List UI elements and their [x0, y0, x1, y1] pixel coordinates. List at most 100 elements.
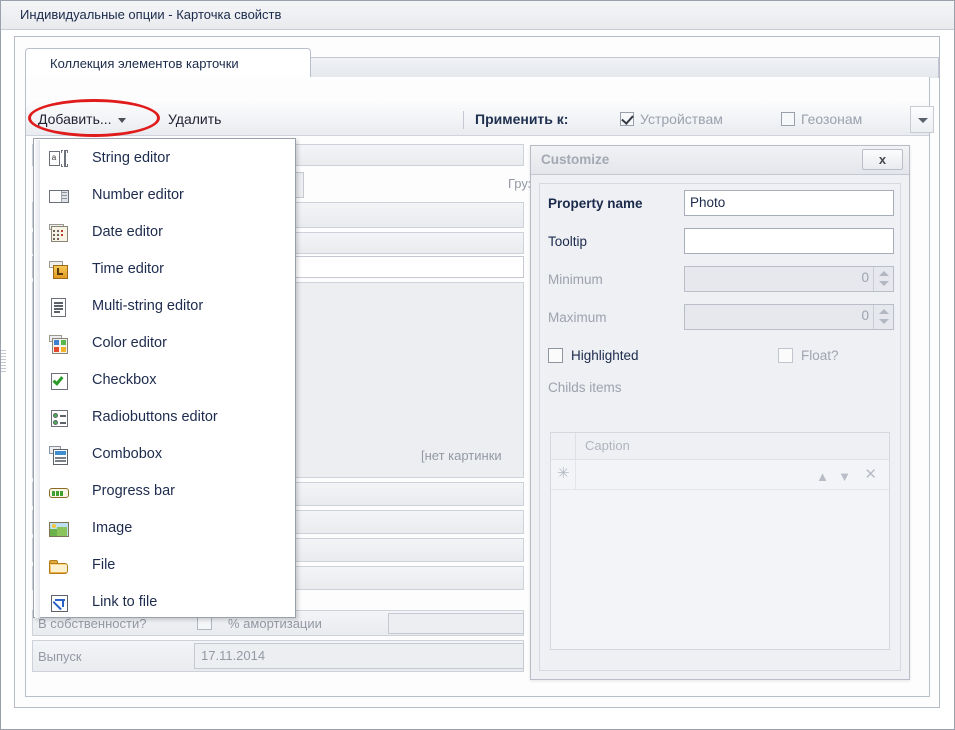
add-button-label: Добавить...: [38, 111, 112, 127]
screenshot-root: Индивидуальные опции - Карточка свойств …: [0, 0, 955, 730]
menu-item-time-editor[interactable]: Time editor: [35, 252, 296, 289]
apply-to-geozones-label: Геозонам: [801, 111, 863, 127]
card-elements-toolbar: Добавить... Удалить Применить к: Устройс…: [26, 103, 934, 136]
menu-item-string-editor[interactable]: a String editor: [35, 141, 296, 178]
add-dropdown-menu[interactable]: a String editor Number editor Date edito…: [33, 138, 296, 618]
menu-item-label: Radiobuttons editor: [92, 409, 218, 425]
menu-item-label: Multi-string editor: [92, 298, 204, 314]
window-title-bar: Индивидуальные опции - Карточка свойств: [1, 1, 954, 30]
time-editor-icon: [49, 261, 70, 281]
grid-index-cell: ✳: [551, 460, 576, 489]
image-icon: [49, 520, 70, 540]
close-icon: x: [878, 152, 887, 167]
toolbar-separator: [463, 111, 464, 129]
checkbox-checked-icon: [620, 112, 634, 126]
tooltip-input[interactable]: [684, 228, 894, 254]
triangle-up-icon[interactable]: [879, 271, 889, 276]
apply-to-label: Применить к:: [475, 111, 569, 127]
minimum-label: Minimum: [548, 272, 603, 287]
customize-panel: Customize x Property name Photo Tooltip …: [530, 145, 910, 680]
chevron-down-icon: [117, 117, 126, 123]
grid-index-column-header: [551, 433, 576, 459]
maximum-spinner[interactable]: 0: [684, 304, 894, 330]
menu-item-date-editor[interactable]: Date editor: [35, 215, 296, 252]
minimum-value: 0: [861, 270, 869, 285]
triangle-up-icon[interactable]: [879, 309, 889, 314]
add-button[interactable]: Добавить...: [32, 108, 132, 131]
menu-item-multi-string-editor[interactable]: Multi-string editor: [35, 289, 296, 326]
menu-item-label: Checkbox: [92, 372, 157, 388]
progressbar-icon: [49, 483, 70, 503]
menu-item-image[interactable]: Image: [35, 511, 296, 548]
tab-label: Коллекция элементов карточки: [50, 56, 239, 71]
highlighted-checkbox[interactable]: Highlighted: [548, 348, 639, 363]
menu-item-checkbox[interactable]: Checkbox: [35, 363, 296, 400]
tooltip-label: Tooltip: [548, 234, 588, 249]
grid-header-row: Caption: [551, 433, 889, 460]
customize-panel-body: Property name Photo Tooltip Minimum 0 Ma…: [539, 183, 901, 671]
maximum-value: 0: [861, 308, 869, 323]
color-editor-icon: [49, 335, 70, 355]
string-editor-icon: a: [49, 150, 70, 170]
triangle-down-icon[interactable]: [879, 281, 889, 286]
menu-item-link-to-file[interactable]: Link to file: [35, 585, 296, 622]
float-label: Float?: [801, 348, 839, 363]
checkbox-unchecked-icon: [548, 348, 563, 363]
menu-item-label: Number editor: [92, 187, 184, 203]
checkbox-unchecked-icon: [778, 348, 793, 363]
move-row-up-icon[interactable]: ▲: [816, 469, 829, 484]
minimum-spinner[interactable]: 0: [684, 266, 894, 292]
grid-new-row[interactable]: ✳ ▲ ▼ ✕: [551, 460, 889, 490]
bg-release-value: 17.11.2014: [201, 648, 266, 663]
left-splitter-grip[interactable]: [1, 350, 6, 390]
float-checkbox[interactable]: Float?: [778, 348, 839, 363]
menu-item-label: Time editor: [92, 261, 164, 277]
folder-icon: [49, 557, 70, 577]
apply-to-geozones-checkbox[interactable]: Геозонам: [781, 108, 862, 131]
radiobuttons-icon: [49, 409, 70, 429]
new-row-asterisk-icon: ✳: [557, 465, 570, 482]
bg-release-field[interactable]: 17.11.2014: [194, 643, 524, 669]
tab-card-elements-collection[interactable]: Коллекция элементов карточки: [25, 48, 311, 78]
menu-item-file[interactable]: File: [35, 548, 296, 585]
move-row-down-icon[interactable]: ▼: [838, 469, 851, 484]
menu-item-label: Color editor: [92, 335, 167, 351]
customize-panel-header: Customize x: [531, 146, 909, 175]
close-button[interactable]: x: [862, 149, 903, 170]
window-title-text: Индивидуальные опции - Карточка свойств: [20, 7, 282, 22]
customize-panel-title: Customize: [541, 152, 610, 167]
menu-item-combobox[interactable]: Combobox: [35, 437, 296, 474]
delete-button[interactable]: Удалить: [162, 108, 227, 131]
apply-to-devices-checkbox[interactable]: Устройствам: [620, 108, 723, 131]
menu-item-label: Combobox: [92, 446, 163, 462]
property-name-input[interactable]: Photo: [684, 190, 894, 216]
tab-strip: Коллекция элементов карточки: [15, 48, 939, 78]
menu-item-label: File: [92, 557, 116, 573]
bg-depreciation-field[interactable]: [388, 613, 524, 634]
menu-item-number-editor[interactable]: Number editor: [35, 178, 296, 215]
delete-row-icon[interactable]: ✕: [864, 465, 877, 483]
childs-items-grid[interactable]: Caption ✳ ▲ ▼ ✕: [550, 432, 890, 650]
bg-release-label: Выпуск: [38, 649, 82, 664]
apply-to-devices-label: Устройствам: [640, 111, 723, 127]
spinner-arrows[interactable]: [873, 267, 893, 291]
maximum-label: Maximum: [548, 310, 607, 325]
menu-item-label: Date editor: [92, 224, 163, 240]
property-name-value: Photo: [690, 195, 726, 210]
number-editor-icon: [49, 187, 70, 207]
menu-item-label: Image: [92, 520, 133, 536]
menu-item-label: Progress bar: [92, 483, 176, 499]
date-editor-icon: [49, 224, 70, 244]
multistring-editor-icon: [49, 298, 70, 318]
combobox-icon: [49, 446, 70, 466]
menu-item-radiobuttons-editor[interactable]: Radiobuttons editor: [35, 400, 296, 437]
spinner-arrows[interactable]: [873, 305, 893, 329]
menu-item-progress-bar[interactable]: Progress bar: [35, 474, 296, 511]
menu-item-label: String editor: [92, 150, 171, 166]
tab-strip-filler: [311, 57, 939, 78]
delete-button-label: Удалить: [168, 111, 222, 127]
menu-item-color-editor[interactable]: Color editor: [35, 326, 296, 363]
toolbar-overflow-button[interactable]: [910, 106, 934, 133]
property-name-label: Property name: [548, 196, 643, 211]
triangle-down-icon[interactable]: [879, 319, 889, 324]
